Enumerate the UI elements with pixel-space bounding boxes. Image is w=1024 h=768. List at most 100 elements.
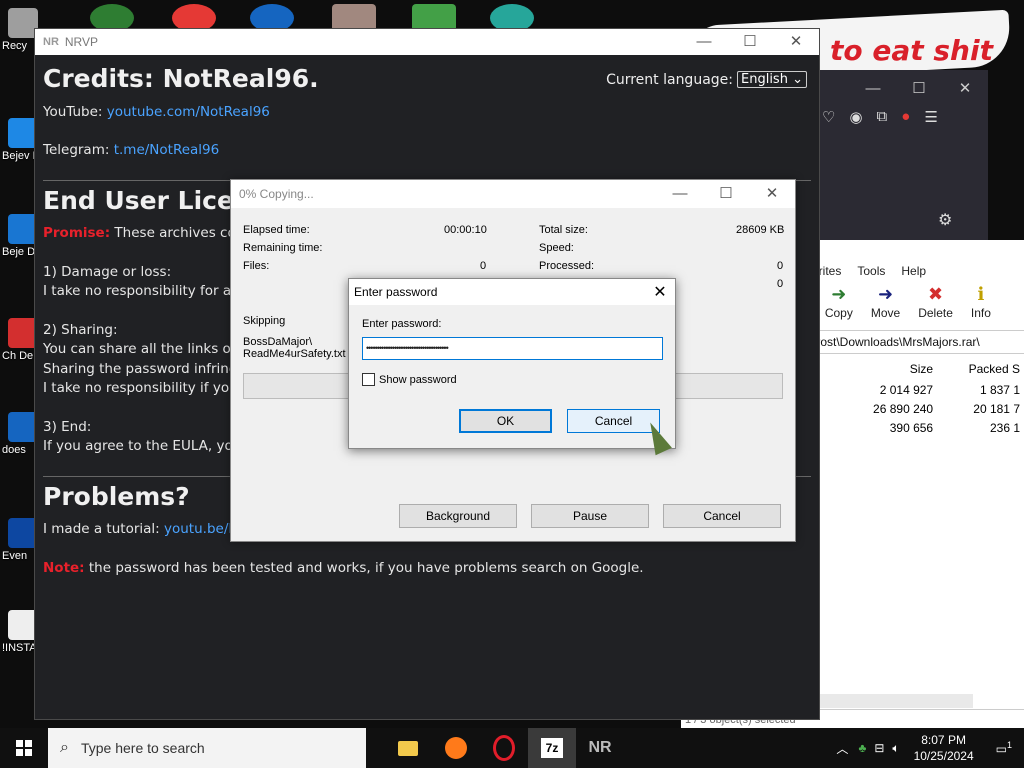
note-label: Note:	[43, 559, 85, 576]
extensions-icon[interactable]: ⧉	[877, 108, 888, 126]
volume-icon[interactable]: 🔈︎	[888, 741, 903, 756]
delete-x-icon: ✖	[927, 284, 944, 304]
telegram-link[interactable]: t.me/NotReal96	[114, 142, 220, 158]
minimize-icon[interactable]: —	[657, 181, 703, 207]
move-button[interactable]: ➜ Move	[871, 284, 900, 328]
taskbar-7zip[interactable]: 7z	[528, 728, 576, 768]
search-placeholder: Type here to search	[80, 740, 205, 756]
minimize-icon[interactable]: —	[681, 29, 727, 55]
maximize-icon[interactable]: ☐	[896, 70, 942, 108]
account-icon[interactable]: ◉	[849, 108, 862, 126]
table-row[interactable]: 26 890 240 20 181 7	[841, 399, 1024, 418]
nrvp-icon: NR	[588, 739, 612, 756]
windows-icon	[16, 740, 32, 756]
ublock-icon[interactable]: ●	[901, 108, 910, 126]
search-icon: ⌕	[60, 739, 69, 756]
7zip-icon: 7z	[541, 738, 563, 758]
opera-icon	[493, 735, 515, 761]
date: 10/25/2024	[913, 749, 974, 763]
copy-button[interactable]: ➜ Copy	[825, 284, 853, 328]
time: 8:07 PM	[921, 733, 966, 747]
copying-title: 0% Copying...	[239, 187, 314, 201]
skipping-file-name: ReadMe4urSafety.txt	[243, 348, 346, 360]
total-size-label: Total size:	[539, 224, 588, 236]
delete-button[interactable]: ✖ Delete	[918, 284, 953, 328]
cell-size: 390 656	[889, 420, 934, 435]
background-button[interactable]: Background	[399, 504, 517, 528]
telegram-line: Telegram: t.me/NotReal96	[43, 142, 220, 158]
taskbar-opera[interactable]	[480, 728, 528, 768]
menu-icon[interactable]: ☰	[924, 108, 937, 126]
file-table: Size Packed S 2 014 927 1 837 1 26 890 2…	[841, 358, 1024, 437]
table-header: Size Packed S	[841, 358, 1024, 380]
taskbar-nrvp[interactable]: NR	[576, 728, 624, 768]
total-size-value: 28609 KB	[736, 224, 785, 236]
clock[interactable]: 8:07 PM 10/25/2024	[904, 732, 984, 764]
browser-window[interactable]: — ☐ ✕ ♡ ◉ ⧉ ● ☰ ⚙	[818, 70, 988, 240]
column-size[interactable]: Size	[841, 358, 937, 380]
copying-titlebar: 0% Copying... — ☐ ✕	[231, 180, 795, 208]
taskbar-file-explorer[interactable]	[384, 728, 432, 768]
taskbar-search[interactable]: ⌕ Type here to search	[48, 728, 366, 768]
cell-size: 26 890 240	[873, 401, 934, 416]
shield-icon[interactable]: ♡	[822, 108, 835, 126]
cell-packed: 20 181 7	[973, 401, 1020, 416]
skipping-label: Skipping	[243, 315, 286, 327]
close-icon[interactable]: ✕	[749, 181, 795, 207]
info-button[interactable]: ℹ Info	[971, 284, 991, 328]
chevron-up-icon[interactable]: ︿	[830, 740, 854, 757]
processed-label: Processed:	[539, 260, 595, 272]
nrvp-titlebar: NR NRVP — ☐ ✕	[35, 29, 819, 55]
taskbar-firefox[interactable]	[432, 728, 480, 768]
notification-icon[interactable]: ▭1	[984, 740, 1024, 756]
browser-titlebar: — ☐ ✕	[818, 70, 988, 108]
nr-logo: NR	[43, 36, 59, 48]
tray-app-icon[interactable]: ♣	[854, 741, 870, 755]
copy-arrow-icon: ➜	[831, 284, 847, 304]
language-dropdown[interactable]: English ⌄	[737, 71, 807, 88]
password-label: Enter password:	[362, 318, 442, 330]
password-input[interactable]: ••••••••••••••••••••••••••••••••••••••	[362, 337, 663, 360]
window-title: NRVP	[64, 35, 99, 49]
language-selector: Current language: English ⌄	[606, 71, 807, 88]
settings-gear-icon[interactable]: ⚙	[938, 210, 952, 230]
menu-tools[interactable]: Tools	[857, 264, 885, 284]
cancel-button[interactable]: Cancel	[663, 504, 781, 528]
elapsed-label: Elapsed time:	[243, 224, 310, 236]
chevron-down-icon: ⌄	[792, 72, 803, 87]
network-icon[interactable]: ⊟	[870, 741, 888, 755]
cell-packed: 236 1	[989, 420, 1020, 435]
youtube-link[interactable]: youtube.com/NotReal96	[107, 104, 270, 120]
start-button[interactable]	[0, 728, 48, 768]
speed-label: Speed:	[539, 242, 574, 254]
firefox-icon	[445, 737, 467, 759]
close-icon[interactable]: ✕	[645, 282, 675, 302]
promise-label: Promise:	[43, 225, 111, 241]
password-dialog[interactable]: Enter password ✕ Enter password: •••••••…	[348, 278, 676, 449]
password-title: Enter password	[354, 285, 438, 299]
checkbox-box[interactable]	[362, 373, 375, 386]
show-password-checkbox[interactable]: Show password	[362, 373, 457, 386]
column-packed-size[interactable]: Packed S	[937, 358, 1024, 380]
notification-count: 1	[1006, 740, 1012, 750]
menu-help[interactable]: Help	[901, 264, 926, 284]
files-label: Files:	[243, 260, 270, 272]
wallpaper-text: to eat shit	[830, 34, 993, 67]
close-icon[interactable]: ✕	[773, 29, 819, 55]
maximize-icon[interactable]: ☐	[703, 181, 749, 207]
minimize-icon[interactable]: —	[850, 70, 896, 108]
ok-button[interactable]: OK	[459, 409, 552, 433]
close-icon[interactable]: ✕	[942, 70, 988, 108]
table-row[interactable]: 2 014 927 1 837 1	[841, 380, 1024, 399]
browser-toolbar: ♡ ◉ ⧉ ● ☰	[818, 108, 988, 126]
note-line: Note: the password has been tested and w…	[43, 559, 644, 576]
table-row[interactable]: 390 656 236 1	[841, 418, 1024, 437]
cell-size: 2 014 927	[879, 382, 934, 397]
maximize-icon[interactable]: ☐	[727, 29, 773, 55]
password-titlebar: Enter password ✕	[349, 279, 675, 305]
info-icon: ℹ	[977, 284, 985, 304]
processed-value: 0	[777, 260, 784, 272]
pause-button[interactable]: Pause	[531, 504, 649, 528]
move-arrow-icon: ➜	[877, 284, 894, 304]
compressed-value: 0	[777, 278, 784, 290]
